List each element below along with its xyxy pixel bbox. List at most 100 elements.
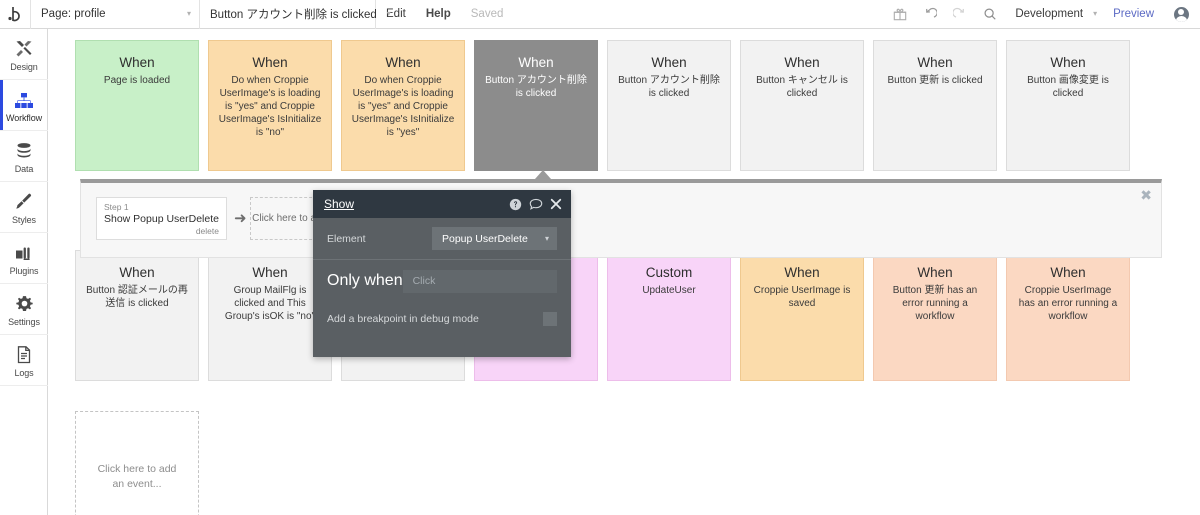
event-select[interactable]: Button アカウント削除 is clicked ▾ (200, 0, 391, 29)
sidebar-item-label: Styles (12, 214, 36, 225)
event-card-title: When (252, 55, 288, 70)
element-dropdown[interactable]: Popup UserDelete ▾ (432, 227, 557, 250)
element-dropdown-value: Popup UserDelete (442, 232, 528, 245)
dialog-header: Show (313, 190, 571, 218)
panel-close-icon[interactable]: ✖ (1140, 188, 1152, 202)
event-card[interactable]: When Do when Croppie UserImage's is load… (208, 40, 332, 171)
preview-button[interactable]: Preview (1103, 8, 1164, 20)
settings-icon (15, 292, 34, 314)
event-card-title: When (784, 265, 820, 280)
avatar (1173, 6, 1189, 22)
event-card[interactable]: When Page is loaded (75, 40, 199, 171)
event-card-desc: Group MailFlg is clicked and This Group'… (224, 285, 316, 322)
version-select[interactable]: Development ▾ (1005, 0, 1103, 29)
redo-icon[interactable] (945, 0, 975, 29)
workflow-step-1[interactable]: Step 1 Show Popup UserDelete delete (96, 197, 227, 240)
event-card-desc: Button アカウント削除 is clicked (485, 75, 587, 99)
sidebar-item-design[interactable]: Design (0, 29, 48, 80)
sidebar-item-settings[interactable]: Settings (0, 284, 48, 335)
top-toolbar: Page: profile ▾ Button アカウント削除 is clicke… (0, 0, 1200, 29)
sidebar-item-label: Logs (14, 367, 34, 378)
event-card[interactable]: When Button アカウント削除 is clicked (607, 40, 731, 171)
gift-icon[interactable] (885, 0, 915, 29)
sidebar-item-label: Design (10, 61, 38, 72)
design-icon (14, 37, 34, 59)
dialog-onlywhen-row: Only when Click (313, 260, 571, 302)
event-card[interactable]: Custom UpdateUser (607, 250, 731, 381)
workflow-canvas[interactable]: When Page is loaded When Do when Croppie… (49, 29, 1200, 515)
event-card-desc: Button キャンセル is clicked (756, 75, 848, 99)
event-card-desc: UpdateUser (642, 285, 696, 296)
dialog-element-row: Element Popup UserDelete ▾ (313, 218, 571, 260)
event-card-title: When (784, 55, 820, 70)
search-icon[interactable] (975, 0, 1005, 29)
dialog-breakpoint-row: Add a breakpoint in debug mode (313, 302, 571, 336)
event-card[interactable]: When Button 更新 is clicked (873, 40, 997, 171)
step-sublabel: delete (195, 226, 219, 236)
chevron-down-icon: ▾ (1093, 9, 1098, 18)
step-label: Show Popup UserDelete (104, 213, 219, 225)
chevron-down-icon: ▾ (186, 9, 191, 18)
event-card-desc: Button 更新 has an error running a workflo… (892, 285, 978, 322)
page-select[interactable]: Page: profile ▾ (31, 0, 199, 29)
chevron-down-icon: ▾ (544, 234, 549, 243)
sidebar-item-workflow[interactable]: Workflow (0, 80, 48, 131)
event-card-title: When (1050, 265, 1086, 280)
breakpoint-label: Add a breakpoint in debug mode (327, 313, 479, 325)
panel-pointer-icon (535, 170, 551, 179)
event-card[interactable]: When Do when Croppie UserImage's is load… (341, 40, 465, 171)
event-card[interactable]: When Button 画像変更 is clicked (1006, 40, 1130, 171)
event-card[interactable]: When Button 更新 has an error running a wo… (873, 250, 997, 381)
event-select-value: Button アカウント削除 is clicked (210, 9, 377, 21)
event-card-title: When (917, 55, 953, 70)
event-card[interactable]: When Croppie UserImage has an error runn… (1006, 250, 1130, 381)
event-card-desc: Button 画像変更 is clicked (1027, 75, 1109, 99)
sidebar-item-label: Settings (8, 316, 40, 327)
breakpoint-checkbox[interactable] (543, 312, 557, 326)
close-icon[interactable] (550, 198, 562, 210)
event-card[interactable]: When Button 認証メールの再送信 is clicked (75, 250, 199, 381)
sidebar-item-logs[interactable]: Logs (0, 335, 48, 386)
sidebar-item-plugins[interactable]: Plugins (0, 233, 48, 284)
event-card-desc: Page is loaded (103, 75, 171, 86)
page-select-value: Page: profile (41, 8, 106, 20)
help-menu[interactable]: Help (416, 0, 461, 29)
event-card[interactable]: When Button キャンセル is clicked (740, 40, 864, 171)
help-circle-icon[interactable] (509, 198, 522, 211)
chevron-down-icon: ▾ (386, 9, 391, 18)
dialog-title[interactable]: Show (324, 197, 354, 211)
arrow-right-icon: ➜ (234, 210, 247, 227)
action-properties-dialog: Show Element Popup UserDelete ▾ Only whe… (313, 190, 571, 357)
event-card-desc: Button 認証メールの再送信 is clicked (86, 285, 188, 309)
logs-icon (15, 343, 33, 365)
event-card-title: When (119, 265, 155, 280)
toolbar-right-group: Development ▾ Preview (885, 0, 1200, 29)
sidebar-item-styles[interactable]: Styles (0, 182, 48, 233)
add-event-card[interactable]: Click here to add an event... (75, 411, 199, 515)
saved-status: Saved (470, 8, 504, 20)
event-card-desc: Croppie UserImage is saved (753, 285, 851, 309)
plugins-icon (14, 241, 34, 263)
event-card-title: When (917, 265, 953, 280)
comment-icon[interactable] (529, 198, 543, 211)
dialog-header-icons (509, 198, 562, 211)
event-card-title: When (518, 55, 554, 70)
event-card-desc: Croppie UserImage has an error running a… (1018, 285, 1118, 322)
account-menu[interactable] (1164, 0, 1198, 29)
workflow-step-panel: Step 1 Show Popup UserDelete delete ➜ Cl… (80, 179, 1162, 258)
event-card-title: Custom (645, 265, 693, 280)
event-card-desc: Button 更新 is clicked (887, 75, 983, 86)
event-card-title: When (385, 55, 421, 70)
only-when-input[interactable]: Click (402, 269, 557, 293)
event-card-title: When (252, 265, 288, 280)
sidebar-item-data[interactable]: Data (0, 131, 48, 182)
event-card[interactable]: When Croppie UserImage is saved (740, 250, 864, 381)
left-sidebar: Design Workflow Data Styles Plugins Sett… (0, 29, 55, 515)
version-select-value: Development (1015, 8, 1084, 20)
sidebar-item-label: Workflow (5, 112, 43, 123)
event-card-selected[interactable]: When Button アカウント削除 is clicked (474, 40, 598, 171)
event-card-desc: Do when Croppie UserImage's is loading i… (351, 75, 455, 138)
bubble-logo-icon[interactable] (0, 0, 30, 29)
event-card-desc: Button アカウント削除 is clicked (618, 75, 720, 99)
undo-icon[interactable] (915, 0, 945, 29)
